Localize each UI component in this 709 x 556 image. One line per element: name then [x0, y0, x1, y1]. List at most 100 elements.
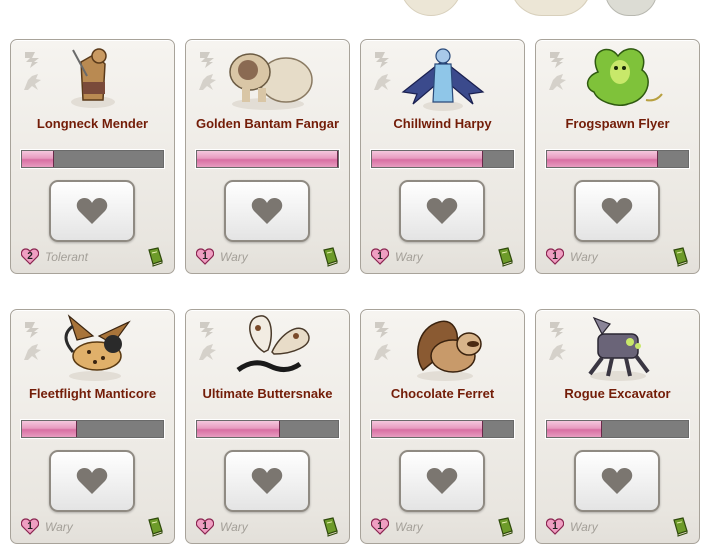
- book-icon: [323, 517, 338, 537]
- level-number: 1: [377, 521, 383, 532]
- level-badge: 1: [196, 518, 214, 535]
- familiar-card: Frogspawn Flyer 1 Wary: [535, 39, 700, 274]
- bestiary-book-button[interactable]: [496, 247, 514, 267]
- cloud-decoration: [400, 0, 462, 16]
- heart-icon: [601, 198, 633, 224]
- bestiary-book-button[interactable]: [671, 247, 689, 267]
- heart-icon: [251, 468, 283, 494]
- book-icon: [673, 517, 688, 537]
- book-icon: [498, 247, 513, 267]
- mood-label: Wary: [220, 250, 248, 264]
- bond-button[interactable]: [574, 450, 660, 512]
- progress-fill: [22, 151, 55, 167]
- progress-bar: [196, 150, 339, 168]
- book-icon: [323, 247, 338, 267]
- familiar-portrait: [558, 42, 678, 112]
- level-number: 1: [552, 521, 558, 532]
- progress-fill: [197, 151, 338, 167]
- mood-label: Wary: [395, 520, 423, 534]
- background-decoration: [400, 0, 709, 34]
- progress-bar: [21, 150, 164, 168]
- pedestal-decoration: [605, 0, 657, 16]
- familiar-name: Longneck Mender: [36, 116, 149, 131]
- book-icon: [673, 247, 688, 267]
- bond-button[interactable]: [224, 180, 310, 242]
- familiar-name: Chillwind Harpy: [393, 116, 492, 131]
- familiar-name: Frogspawn Flyer: [565, 116, 670, 131]
- level-number: 2: [27, 251, 33, 262]
- level-badge: 1: [371, 518, 389, 535]
- ultimate-buttersnake-icon: [236, 315, 310, 373]
- longneck-mender-icon: [71, 48, 115, 108]
- progress-fill: [372, 151, 484, 167]
- progress-fill: [22, 421, 77, 437]
- progress-bar: [21, 420, 164, 438]
- bond-button[interactable]: [49, 450, 135, 512]
- card-footer: 1 Wary: [196, 517, 341, 537]
- mood-label: Wary: [570, 250, 598, 264]
- familiar-portrait: [383, 42, 503, 112]
- mood-label: Wary: [220, 520, 248, 534]
- progress-bar: [546, 420, 689, 438]
- familiar-portrait: [208, 42, 328, 112]
- familiar-card: Longneck Mender 2 Tolerant: [10, 39, 175, 274]
- heart-icon: [601, 468, 633, 494]
- bestiary-book-button[interactable]: [496, 517, 514, 537]
- bond-button[interactable]: [224, 450, 310, 512]
- level-number: 1: [202, 521, 208, 532]
- card-footer: 1 Wary: [546, 247, 691, 267]
- familiar-name: Ultimate Buttersnake: [202, 386, 333, 401]
- mood-label: Wary: [570, 520, 598, 534]
- bestiary-book-button[interactable]: [671, 517, 689, 537]
- familiar-portrait: [383, 312, 503, 382]
- familiar-grid: Longneck Mender 2 Tolerant Golden Bantam…: [10, 39, 700, 544]
- familiar-portrait: [33, 312, 153, 382]
- rogue-excavator-icon: [588, 316, 650, 381]
- bestiary-book-button[interactable]: [146, 247, 164, 267]
- level-badge: 1: [546, 518, 564, 535]
- card-footer: 1 Wary: [546, 517, 691, 537]
- book-icon: [498, 517, 513, 537]
- familiar-portrait: [208, 312, 328, 382]
- cloud-decoration: [510, 0, 592, 16]
- familiar-name: Rogue Excavator: [564, 386, 671, 401]
- mood-label: Wary: [45, 520, 73, 534]
- heart-icon: [426, 198, 458, 224]
- familiar-card: Fleetflight Manticore 1 Wary: [10, 309, 175, 544]
- bestiary-book-button[interactable]: [321, 517, 339, 537]
- mood-label: Tolerant: [45, 250, 88, 264]
- level-number: 1: [202, 251, 208, 262]
- heart-icon: [251, 198, 283, 224]
- heart-icon: [76, 198, 108, 224]
- familiar-portrait: [33, 42, 153, 112]
- card-footer: 1 Wary: [196, 247, 341, 267]
- familiar-name: Chocolate Ferret: [390, 386, 495, 401]
- card-footer: 1 Wary: [21, 517, 166, 537]
- familiar-portrait: [558, 312, 678, 382]
- bestiary-book-button[interactable]: [321, 247, 339, 267]
- chocolate-ferret-icon: [417, 320, 482, 381]
- familiar-name: Golden Bantam Fangar: [195, 116, 340, 131]
- level-number: 1: [377, 251, 383, 262]
- level-badge: 1: [21, 518, 39, 535]
- level-number: 1: [27, 521, 33, 532]
- familiar-card: Chillwind Harpy 1 Wary: [360, 39, 525, 274]
- bond-button[interactable]: [574, 180, 660, 242]
- level-number: 1: [552, 251, 558, 262]
- book-icon: [148, 517, 163, 537]
- familiar-card: Rogue Excavator 1 Wary: [535, 309, 700, 544]
- book-icon: [148, 247, 163, 267]
- bond-button[interactable]: [399, 450, 485, 512]
- fleetflight-manticore-icon: [64, 314, 131, 381]
- bond-button[interactable]: [399, 180, 485, 242]
- progress-bar: [196, 420, 339, 438]
- progress-fill: [547, 421, 602, 437]
- card-footer: 2 Tolerant: [21, 247, 166, 267]
- progress-fill: [372, 421, 484, 437]
- bond-button[interactable]: [49, 180, 135, 242]
- bestiary-book-button[interactable]: [146, 517, 164, 537]
- chillwind-harpy-icon: [401, 48, 485, 111]
- level-badge: 1: [371, 248, 389, 265]
- familiar-name: Fleetflight Manticore: [28, 386, 157, 401]
- golden-bantam-fangar-icon: [229, 53, 313, 110]
